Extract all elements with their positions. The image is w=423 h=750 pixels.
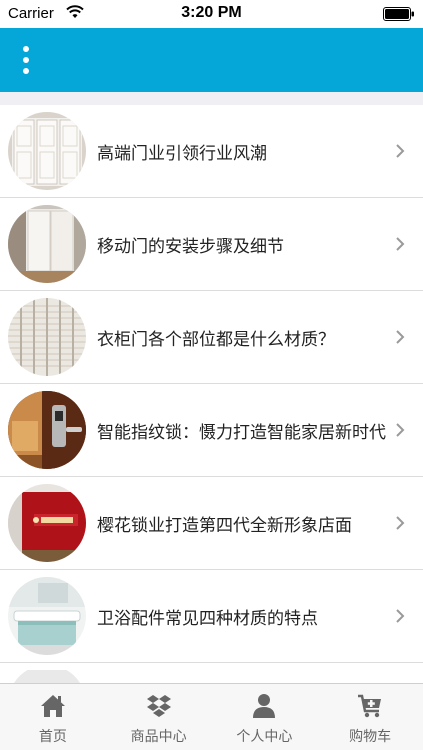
- cart-icon: [358, 694, 382, 718]
- tab-label: 购物车: [349, 729, 392, 745]
- article-thumbnail: [8, 391, 86, 469]
- chevron-right-icon: [396, 516, 405, 530]
- article-title: 樱花锁业打造第四代全新形象店面: [97, 516, 352, 536]
- article-thumbnail: [8, 298, 86, 376]
- article-list: 高端门业引领行业风潮 移动门的安装步骤及细节 衣柜门各个部位都是什么材质？ 智能…: [0, 105, 423, 683]
- article-title: 卫浴配件常见四种材质的特点: [97, 609, 318, 629]
- battery-icon: [383, 7, 414, 21]
- chevron-right-icon: [396, 237, 405, 251]
- tab-cart[interactable]: 购物车: [317, 684, 423, 750]
- chevron-right-icon: [396, 144, 405, 158]
- list-item[interactable]: 卫浴配件常见四种材质的特点: [0, 570, 423, 663]
- article-title: 移动门的安装步骤及细节: [97, 237, 284, 257]
- menu-dot: [23, 68, 29, 74]
- dropbox-icon: [146, 695, 171, 717]
- list-item[interactable]: 智能指纹锁：慑力打造智能家居新时代: [0, 384, 423, 477]
- tab-label: 个人中心: [236, 729, 293, 745]
- article-thumbnail: [8, 484, 86, 562]
- article-title: 衣柜门各个部位都是什么材质？: [97, 330, 335, 350]
- chevron-right-icon: [396, 330, 405, 344]
- tab-home[interactable]: 首页: [0, 684, 106, 750]
- chevron-right-icon: [396, 609, 405, 623]
- header-divider: [0, 92, 423, 105]
- menu-button[interactable]: [14, 42, 38, 78]
- list-item[interactable]: 高端门业引领行业风潮: [0, 105, 423, 198]
- tab-label: 首页: [38, 729, 67, 745]
- person-icon: [253, 694, 276, 718]
- list-item[interactable]: 衣柜门各个部位都是什么材质？: [0, 291, 423, 384]
- app-header: [0, 28, 423, 92]
- list-item[interactable]: 樱花锁业打造第四代全新形象店面: [0, 477, 423, 570]
- tab-label: 商品中心: [130, 729, 187, 745]
- article-thumbnail: [8, 112, 86, 190]
- article-thumbnail: [8, 205, 86, 283]
- list-item-partial: [0, 663, 423, 683]
- chevron-right-icon: [396, 423, 405, 437]
- article-title: 高端门业引领行业风潮: [97, 144, 267, 164]
- tab-bar: 首页 商品中心 个人中心 购物车: [0, 683, 423, 750]
- menu-dot: [23, 57, 29, 63]
- status-bar: Carrier 3:20 PM: [0, 0, 423, 28]
- tab-profile[interactable]: 个人中心: [212, 684, 318, 750]
- list-item[interactable]: 移动门的安装步骤及细节: [0, 198, 423, 291]
- article-title: 智能指纹锁：慑力打造智能家居新时代: [97, 423, 386, 443]
- vertical-dots-icon: [23, 46, 29, 52]
- home-icon: [40, 695, 65, 717]
- article-thumbnail: [8, 577, 86, 655]
- tab-products[interactable]: 商品中心: [106, 684, 212, 750]
- clock: 3:20 PM: [181, 4, 242, 21]
